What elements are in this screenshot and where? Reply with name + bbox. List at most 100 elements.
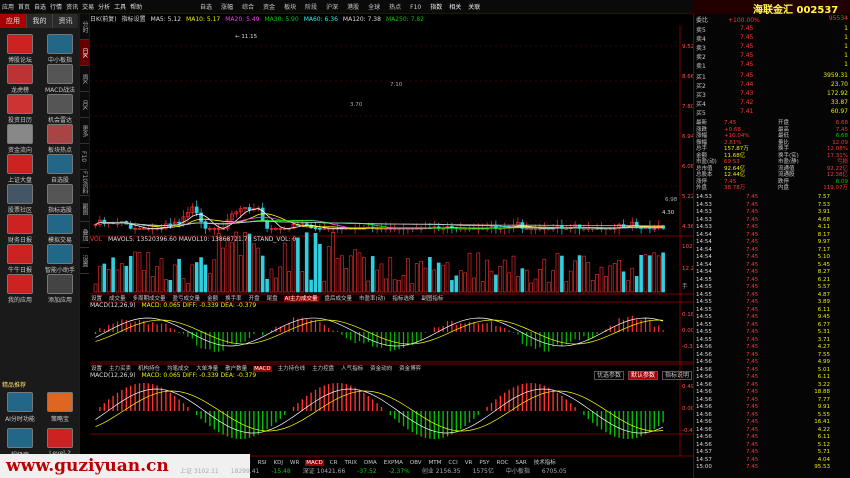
app-label[interactable]: 我的应用: [1, 295, 39, 304]
app-icon[interactable]: [47, 94, 73, 114]
toolbar-button[interactable]: 港股: [347, 4, 359, 11]
app-icon[interactable]: [7, 214, 33, 234]
app-label[interactable]: 自选股: [41, 175, 79, 184]
indicator-tab[interactable]: 市盈率(动): [358, 296, 386, 302]
indicator-tab[interactable]: 主力控盘: [311, 366, 335, 372]
macd-param-button[interactable]: 优选参数: [594, 371, 625, 380]
chart-tab[interactable]: 更多: [80, 118, 89, 144]
indicator-tab[interactable]: 盘后成交量: [324, 296, 354, 302]
menu-item[interactable]: 自选: [34, 4, 46, 11]
chart-tab[interactable]: 叠加: [80, 222, 89, 248]
chart-tab[interactable]: 副图: [80, 196, 89, 222]
toolbar-button[interactable]: 涨幅: [221, 4, 233, 11]
app-icon[interactable]: [7, 34, 33, 54]
toolbar-button[interactable]: 资金: [263, 4, 275, 11]
app-label[interactable]: 上证大盘: [1, 175, 39, 184]
app-label[interactable]: 模拟交易: [41, 235, 79, 244]
app-icon[interactable]: [7, 124, 33, 144]
indicator-tab[interactable]: 副图指标: [420, 296, 444, 302]
app-icon[interactable]: [47, 124, 73, 144]
app-icon[interactable]: [7, 274, 33, 294]
app-icon[interactable]: [47, 214, 73, 234]
app-label[interactable]: 博股论坛: [1, 55, 39, 64]
toolbar-tool[interactable]: 指数: [430, 4, 442, 11]
macd-param-button[interactable]: 指标说明: [662, 371, 693, 380]
toolbar-button[interactable]: 全球: [368, 4, 380, 11]
app-icon[interactable]: [7, 154, 33, 174]
featured-icon[interactable]: [47, 392, 73, 412]
app-label[interactable]: 机会雷达: [41, 115, 79, 124]
app-icon[interactable]: [47, 244, 73, 264]
app-label[interactable]: 资金流向: [1, 145, 39, 154]
macd2-buttons: 优选参数 默认参数 指标说明: [590, 370, 693, 380]
app-label[interactable]: 财务日报: [1, 235, 39, 244]
app-label[interactable]: 股票社区: [1, 205, 39, 214]
left-tab[interactable]: 应用: [0, 14, 26, 28]
toolbar-button[interactable]: 沪深: [326, 4, 338, 11]
app-icon[interactable]: [47, 274, 73, 294]
left-tab[interactable]: 我的: [26, 14, 52, 28]
menu-item[interactable]: 交易: [82, 4, 94, 11]
toolbar-button[interactable]: 板块: [284, 4, 296, 11]
app-icon[interactable]: [47, 34, 73, 54]
app-icon[interactable]: [7, 64, 33, 84]
featured-icon[interactable]: [47, 428, 73, 448]
indicator-tab[interactable]: 人气指标: [340, 366, 364, 372]
app-icon[interactable]: [7, 244, 33, 264]
ma-label: MA250: 7.82: [385, 16, 424, 23]
volume-bar: [340, 255, 344, 293]
indicator-tab[interactable]: 指标选择: [391, 296, 415, 302]
tick-row: 14:53 7.45 7.53: [696, 202, 850, 209]
app-icon[interactable]: [47, 64, 73, 84]
toolbar-tool[interactable]: 关联: [468, 4, 480, 11]
app-label[interactable]: 中小板指: [41, 55, 79, 64]
featured-label[interactable]: AI分时功能: [1, 414, 39, 423]
volume-bar: [542, 258, 547, 293]
indicator-tab[interactable]: 主力持仓线: [277, 366, 307, 372]
tick-time: 14:56: [696, 419, 712, 425]
menu-item[interactable]: 首页: [18, 4, 30, 11]
chart-canvas[interactable]: 9.52 8.66 7.80 6.94 6.08 5.22 4.36 ← 11.15 4.30 3…: [90, 26, 693, 466]
app-icon[interactable]: [7, 184, 33, 204]
left-tab[interactable]: 资讯: [52, 14, 78, 28]
featured-icon[interactable]: [7, 392, 33, 412]
app-label[interactable]: 龙虎榜: [1, 85, 39, 94]
app-icon[interactable]: [47, 184, 73, 204]
chart-tab[interactable]: F10: [80, 144, 87, 170]
indicator-tab[interactable]: 尾盘: [266, 296, 279, 302]
indicator-tab[interactable]: 资金博弈: [398, 366, 422, 372]
app-label[interactable]: 添加应用: [41, 295, 79, 304]
toolbar-button[interactable]: 自选: [200, 4, 212, 11]
menu-item[interactable]: 应用: [2, 4, 14, 11]
toolbar-button[interactable]: 综合: [242, 4, 254, 11]
app-label[interactable]: 板块热点: [41, 145, 79, 154]
app-label[interactable]: MACD战法: [41, 85, 79, 94]
chart-tab[interactable]: 分时: [80, 14, 89, 40]
macd-param-button[interactable]: 默认参数: [628, 371, 659, 380]
featured-icon[interactable]: [7, 428, 33, 448]
app-icon[interactable]: [7, 94, 33, 114]
indicator-tab[interactable]: AI主力成交量: [283, 296, 319, 302]
toolbar-button[interactable]: 热点: [389, 4, 401, 11]
featured-label[interactable]: 策略宝: [41, 414, 79, 423]
menu-item[interactable]: 帮助: [130, 4, 142, 11]
chart-tab[interactable]: 设置: [80, 248, 89, 274]
tick-time: 14:56: [696, 374, 712, 380]
app-label[interactable]: 指标选股: [41, 205, 79, 214]
menu-item[interactable]: 工具: [114, 4, 126, 11]
menu-item[interactable]: 资讯: [66, 4, 78, 11]
indicator-tab[interactable]: 资金动向: [369, 366, 393, 372]
app-label[interactable]: 牛牛日报: [1, 265, 39, 274]
chart-tab[interactable]: F10资料: [80, 170, 89, 196]
app-icon[interactable]: [47, 154, 73, 174]
menu-item[interactable]: 行情: [50, 4, 62, 11]
app-label[interactable]: 智能小助手: [41, 265, 79, 274]
menu-item[interactable]: 分析: [98, 4, 110, 11]
chart-tab[interactable]: 日K: [80, 40, 89, 66]
app-label[interactable]: 投资日历: [1, 115, 39, 124]
chart-tab[interactable]: 月K: [80, 92, 89, 118]
chart-tab[interactable]: 周K: [80, 66, 89, 92]
toolbar-button[interactable]: 阶段: [305, 4, 317, 11]
toolbar-button[interactable]: F10: [410, 4, 421, 11]
toolbar-tool[interactable]: 相关: [449, 4, 461, 11]
